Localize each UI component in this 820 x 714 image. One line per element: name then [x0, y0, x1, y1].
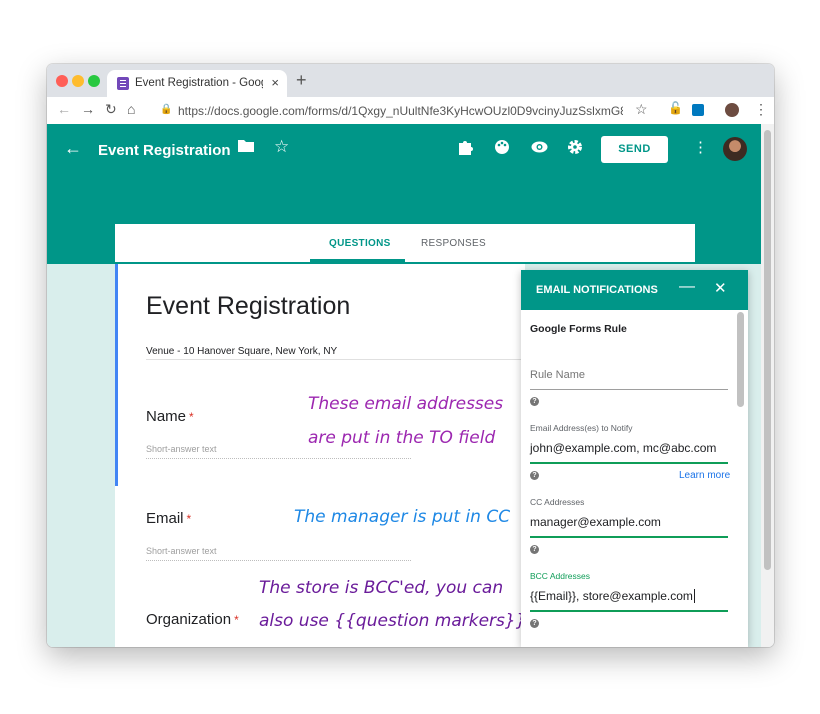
form-tabs: QUESTIONS RESPONSES — [115, 224, 695, 262]
back-icon[interactable]: ← — [64, 138, 82, 159]
help-icon[interactable]: ? — [530, 619, 539, 628]
question-organization-label[interactable]: Organization * — [146, 611, 239, 628]
cc-label: CC Addresses — [530, 497, 585, 507]
help-icon[interactable]: ? — [530, 545, 539, 554]
rule-name-underline — [530, 389, 728, 390]
new-tab-button[interactable]: + — [296, 70, 307, 91]
zoom-window-button[interactable] — [88, 75, 100, 87]
page-scrollbar[interactable] — [761, 124, 774, 647]
bcc-underline — [530, 610, 728, 612]
forward-arrow-icon[interactable]: → — [81, 101, 95, 117]
annotation-bcc-line2: also use {{question markers}} — [259, 611, 527, 631]
required-asterisk: * — [234, 613, 239, 627]
email-notifications-panel: EMAIL NOTIFICATIONS — ✕ Google Forms Rul… — [521, 270, 748, 647]
annotation-bcc-line1: The store is BCC'ed, you can — [259, 578, 504, 598]
bcc-label: BCC Addresses — [530, 571, 590, 581]
lock-icon: 🔒 — [160, 104, 173, 115]
browser-menu-icon[interactable]: ⋮ — [754, 101, 768, 118]
bookmark-star-icon[interactable]: ☆ — [635, 101, 648, 118]
reload-icon[interactable]: ↻ — [105, 101, 117, 118]
tab-responses[interactable]: RESPONSES — [421, 238, 486, 249]
address-bar[interactable]: 🔒 https://docs.google.com/forms/d/1Qxgy_… — [148, 99, 643, 122]
palette-icon[interactable] — [494, 139, 510, 160]
cc-email-input[interactable]: manager@example.com — [530, 515, 661, 529]
question-name-label[interactable]: Name * — [146, 408, 194, 425]
page-scrollbar-thumb[interactable] — [764, 130, 771, 570]
url-text: https://docs.google.com/forms/d/1Qxgy_nU… — [178, 104, 623, 118]
more-options-icon[interactable]: ⋮ — [693, 138, 708, 156]
home-icon[interactable]: ⌂ — [127, 101, 135, 117]
tab-close-icon[interactable]: × — [271, 75, 279, 90]
to-label: Email Address(es) to Notify — [530, 423, 633, 433]
send-button[interactable]: SEND — [601, 136, 668, 163]
browser-window: Event Registration - Google Fo × + ← → ↻… — [47, 64, 774, 647]
annotation-to-line2: are put in the TO field — [308, 428, 496, 448]
description-divider — [146, 359, 525, 360]
cc-underline — [530, 536, 728, 538]
learn-more-link[interactable]: Learn more — [679, 470, 730, 481]
name-short-answer: Short-answer text — [146, 444, 217, 454]
email-short-answer: Short-answer text — [146, 546, 217, 556]
rule-title: Google Forms Rule — [530, 323, 627, 335]
to-email-input[interactable]: john@example.com, mc@abc.com — [530, 441, 716, 455]
annotation-to-line1: These email addresses — [308, 394, 504, 414]
close-icon[interactable]: ✕ — [714, 279, 727, 297]
panel-scrollbar[interactable] — [737, 312, 744, 407]
close-window-button[interactable] — [56, 75, 68, 87]
browser-toolbar: ← → ↻ ⌂ 🔒 https://docs.google.com/forms/… — [47, 97, 774, 125]
panel-title: EMAIL NOTIFICATIONS — [536, 284, 658, 296]
to-underline — [530, 462, 728, 464]
addon-puzzle-icon[interactable] — [457, 139, 473, 160]
page-viewport: ← Event Registration ☆ SEND ⋮ QUESTIONS … — [47, 124, 774, 647]
panel-header: EMAIL NOTIFICATIONS — ✕ — [521, 270, 748, 310]
form-title[interactable]: Event Registration — [146, 292, 350, 321]
extension-lock-icon[interactable]: 🔓 — [668, 101, 683, 115]
help-icon[interactable]: ? — [530, 397, 539, 406]
tab-bar: Event Registration - Google Fo × + — [47, 64, 774, 97]
minimize-icon[interactable]: — — [679, 278, 695, 296]
profile-avatar-icon[interactable] — [725, 103, 739, 117]
required-asterisk: * — [189, 410, 194, 424]
trello-extension-icon[interactable] — [692, 104, 704, 116]
star-icon[interactable]: ☆ — [274, 137, 289, 157]
help-icon[interactable]: ? — [530, 471, 539, 480]
bcc-email-input[interactable]: {{Email}}, store@example.com — [530, 589, 695, 603]
required-asterisk: * — [186, 512, 192, 526]
active-tab-indicator — [310, 259, 405, 262]
browser-tab[interactable]: Event Registration - Google Fo × — [107, 70, 287, 97]
header-title: Event Registration — [98, 142, 231, 159]
minimize-window-button[interactable] — [72, 75, 84, 87]
card-accent — [115, 264, 118, 486]
name-answer-line — [146, 458, 411, 459]
back-arrow-icon[interactable]: ← — [57, 101, 71, 117]
email-answer-line — [146, 560, 411, 561]
preview-eye-icon[interactable] — [531, 139, 548, 160]
rule-name-input[interactable]: Rule Name — [530, 369, 585, 381]
form-card: Event Registration Venue - 10 Hanover Sq… — [115, 264, 527, 647]
question-email-label[interactable]: Email * — [146, 510, 191, 527]
folder-icon[interactable] — [238, 139, 254, 157]
tab-questions[interactable]: QUESTIONS — [329, 238, 391, 249]
forms-favicon-icon — [117, 77, 129, 90]
form-description[interactable]: Venue - 10 Hanover Square, New York, NY — [146, 346, 337, 357]
user-avatar[interactable] — [723, 137, 747, 161]
annotation-cc: The manager is put in CC — [294, 507, 511, 527]
settings-gear-icon[interactable] — [567, 139, 583, 160]
tab-title: Event Registration - Google Fo — [135, 77, 263, 89]
